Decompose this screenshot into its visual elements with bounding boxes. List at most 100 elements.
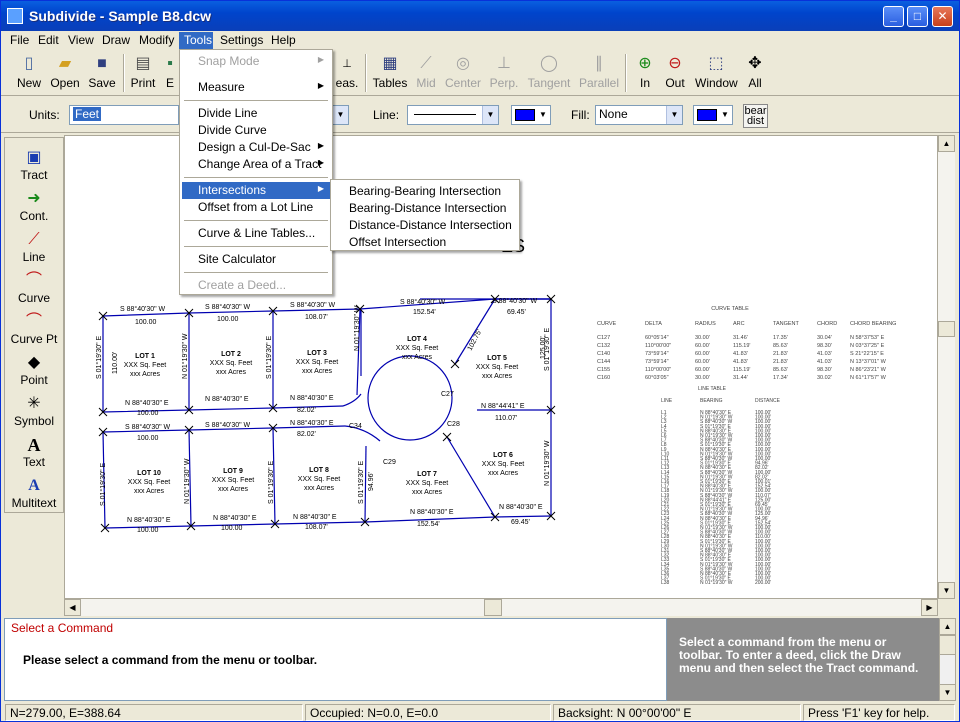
line-tool-button[interactable]: ⟋ Line (5, 230, 63, 264)
zoom-in-button[interactable]: ⊕ In (633, 52, 657, 94)
curve-table-cell: 115.19' (733, 367, 750, 373)
menu-separator (184, 220, 328, 221)
curve-table-title: CURVE TABLE (711, 306, 749, 312)
menu-bar: File Edit View Draw Modify Tools Setting… (1, 31, 959, 49)
horizontal-scroll-thumb[interactable] (484, 599, 502, 616)
mid-snap-button[interactable]: ⟋ Mid (411, 52, 441, 94)
lot-6-label: LOT 6 XXX Sq. Feet xxx Acres (482, 452, 524, 477)
menu-file[interactable]: File (5, 32, 34, 49)
menu-item-measure[interactable]: Measure ▶ (182, 79, 330, 96)
toolbar-separator (123, 54, 125, 92)
menu-item-site-calculator[interactable]: Site Calculator (182, 251, 330, 268)
units-dropdown[interactable]: Feet (69, 105, 179, 125)
curve-table-cell: C155 (597, 367, 610, 373)
help-scroll-up-button[interactable]: ▲ (939, 618, 956, 635)
menu-item-distance-distance[interactable]: Distance-Distance Intersection (333, 217, 517, 234)
symbol-tool-button[interactable]: ✳ Symbol (5, 394, 63, 428)
menu-draw[interactable]: Draw (97, 32, 135, 49)
svg-text:69.45': 69.45' (507, 309, 526, 316)
vertical-scrollbar[interactable]: ▲ ▼ (938, 135, 955, 599)
maximize-button[interactable]: □ (907, 6, 928, 27)
help-scrollbar[interactable]: ▲ ▼ (939, 618, 956, 701)
continue-tool-button[interactable]: ➜ Cont. (5, 189, 63, 223)
menu-item-offset-lot-line[interactable]: Offset from a Lot Line (182, 199, 330, 216)
scroll-up-button[interactable]: ▲ (938, 135, 955, 152)
tract-tool-button[interactable]: ▣ Tract (5, 148, 63, 182)
scroll-right-button[interactable]: ▶ (921, 599, 938, 616)
zoom-out-button[interactable]: ⊖ Out (661, 52, 689, 94)
vertical-scroll-thumb[interactable] (938, 321, 955, 337)
menu-item-offset-intersection[interactable]: Offset Intersection (333, 234, 517, 251)
svg-text:152.54': 152.54' (417, 521, 440, 528)
parallel-snap-button[interactable]: ∥ Parallel (577, 52, 621, 94)
svg-text:C34: C34 (349, 423, 362, 430)
fill-dropdown[interactable]: None ▼ (595, 105, 683, 125)
center-snap-button[interactable]: ◎ Center (443, 52, 483, 94)
menu-view[interactable]: View (63, 32, 99, 49)
menu-item-snap-mode[interactable]: Snap Mode ▶ (182, 53, 330, 70)
line-style-dropdown[interactable]: ▼ (407, 105, 499, 125)
app-icon[interactable] (7, 8, 23, 24)
bearing-distance-button[interactable]: bear dist (743, 104, 768, 128)
export-button[interactable]: ▪ E (163, 52, 177, 94)
menu-edit[interactable]: Edit (33, 32, 64, 49)
svg-text:S 01°19'30" E: S 01°19'30" E (99, 462, 107, 506)
measure-button[interactable]: ⊥ eas. (334, 52, 360, 94)
menu-item-create-deed[interactable]: Create a Deed... (182, 277, 330, 294)
help-scroll-down-button[interactable]: ▼ (939, 684, 956, 701)
close-button[interactable]: ✕ (932, 6, 953, 27)
text-tool-button[interactable]: A Text (5, 435, 63, 469)
tables-button[interactable]: ▦ Tables (371, 52, 409, 94)
curve-table-cell: 60°05'14" (645, 335, 669, 341)
curve-table-cell: 41.03' (817, 359, 832, 365)
menu-settings[interactable]: Settings (215, 32, 268, 49)
perp-snap-button[interactable]: ⊥ Perp. (487, 52, 521, 94)
curve-table-header: ARC (733, 321, 745, 327)
drawing-tools-palette: ▣ Tract ➜ Cont. ⟋ Line ⌒ Curve ⌒ Curve Pt ◆ Po… (4, 137, 64, 513)
menu-help[interactable]: Help (266, 32, 301, 49)
help-scroll-thumb[interactable] (939, 635, 956, 655)
tangent-snap-button[interactable]: ◯ Tangent (525, 52, 573, 94)
svg-text:C27: C27 (441, 391, 454, 398)
menu-item-cul-de-sac[interactable]: Design a Cul-De-Sac ▶ (182, 139, 330, 156)
menu-item-bearing-distance[interactable]: Bearing-Distance Intersection (333, 200, 517, 217)
point-tool-button[interactable]: ◆ Point (5, 353, 63, 387)
point-icon: ◆ (27, 354, 41, 371)
menu-separator (184, 246, 328, 247)
menu-item-divide-line[interactable]: Divide Line (182, 105, 330, 122)
title-bar[interactable]: Subdivide - Sample B8.dcw _ □ ✕ (1, 1, 959, 31)
scroll-down-button[interactable]: ▼ (938, 582, 955, 599)
zoom-all-button[interactable]: ✥ All (743, 52, 767, 94)
new-button[interactable]: ▯ New (9, 52, 49, 94)
open-button[interactable]: ▰ Open (47, 52, 83, 94)
menu-item-change-area[interactable]: Change Area of a Tract ▶ (182, 156, 330, 173)
chevron-down-icon: ▼ (721, 110, 729, 119)
svg-text:LOT 9: LOT 9 (223, 468, 243, 475)
multitext-tool-button[interactable]: A Multitext (5, 476, 63, 510)
hidden-dropdown[interactable]: ▼ (332, 105, 349, 125)
menu-item-intersections[interactable]: Intersections ▶ (182, 182, 330, 199)
curve-table-cell: N 03°37'25" E (850, 343, 885, 349)
line-style-preview (414, 114, 476, 115)
save-button[interactable]: ■ Save (85, 52, 119, 94)
menu-item-curve-line-tables[interactable]: Curve & Line Tables... (182, 225, 330, 242)
menu-item-divide-curve[interactable]: Divide Curve (182, 122, 330, 139)
zoom-window-button[interactable]: ⬚ Window (695, 52, 738, 94)
menu-tools[interactable]: Tools (179, 32, 213, 49)
menu-item-bearing-bearing[interactable]: Bearing-Bearing Intersection (333, 183, 517, 200)
fill-color-picker[interactable]: ▼ (693, 105, 733, 125)
horizontal-scrollbar[interactable]: ◀ ▶ (64, 599, 938, 616)
curve-tool-button[interactable]: ⌒ Curve (5, 271, 63, 305)
line-style-label: Line: (373, 108, 400, 122)
svg-text:N 01°19'30" W: N 01°19'30" W (353, 305, 361, 351)
curve-table-cell: 85.63' (773, 343, 788, 349)
menu-modify[interactable]: Modify (134, 32, 179, 49)
line-color-picker[interactable]: ▼ (511, 105, 551, 125)
scroll-left-button[interactable]: ◀ (64, 599, 81, 616)
minimize-button[interactable]: _ (883, 6, 904, 27)
svg-text:xxx Acres: xxx Acres (216, 369, 246, 376)
print-button[interactable]: ▤ Print (127, 52, 159, 94)
curve-point-tool-button[interactable]: ⌒ Curve Pt (5, 312, 63, 346)
curve-table-cell: 31.46' (733, 335, 748, 341)
text-icon: A (27, 435, 41, 455)
